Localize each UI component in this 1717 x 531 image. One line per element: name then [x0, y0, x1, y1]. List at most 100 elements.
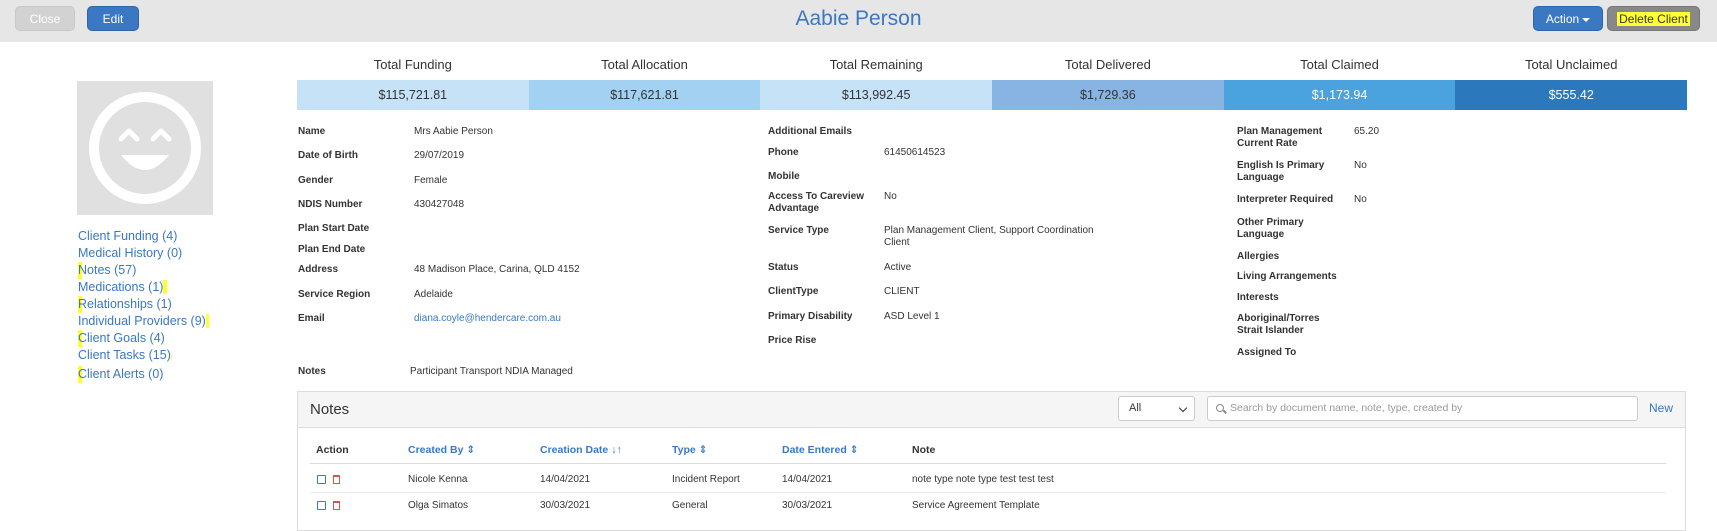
col-header-date-entered[interactable]: Date Entered ⇕: [782, 444, 859, 456]
service-region-label: Service Region: [298, 289, 371, 300]
row2-date-entered: 30/03/2021: [782, 500, 833, 511]
sort-icon: ⇕: [849, 444, 859, 456]
search-icon: [1216, 404, 1224, 412]
living-arrangements-label: Living Arrangements: [1237, 271, 1337, 282]
notes-search-input[interactable]: Search by document name, note, type, cre…: [1207, 396, 1638, 421]
allergies-label: Allergies: [1237, 251, 1280, 262]
notes-panel: Notes All Search by document name, note,…: [297, 391, 1686, 531]
aboriginal-label: Aboriginal/Torres Strait Islander: [1237, 313, 1320, 337]
total-funding-label: Total Funding: [373, 57, 452, 72]
total-delivered-value: $1,729.36: [992, 80, 1224, 110]
dob-value: 29/07/2019: [414, 150, 465, 161]
link-relationships[interactable]: Relationships (1): [78, 296, 209, 313]
notes-panel-header: Notes All Search by document name, note,…: [298, 392, 1685, 428]
gender-value: Female: [414, 175, 448, 186]
link-client-goals[interactable]: Client Goals (4): [78, 330, 209, 347]
sort-desc-icon: ↓↑: [611, 444, 622, 456]
price-rise-label: Price Rise: [768, 335, 817, 346]
total-unclaimed-value: $555.42: [1455, 80, 1688, 110]
row2-creation-date: 30/03/2021: [540, 500, 591, 511]
link-client-funding[interactable]: Client Funding (4): [78, 228, 209, 245]
col-type-label: Type: [672, 444, 696, 456]
phone-label: Phone: [768, 147, 799, 158]
other-lang-line2: Language: [1237, 229, 1285, 240]
mobile-label: Mobile: [768, 171, 800, 182]
notes-label: Notes: [298, 366, 326, 377]
smiley-avatar-icon: [89, 92, 201, 204]
address-label: Address: [298, 264, 339, 275]
col-header-type[interactable]: Type ⇕: [672, 444, 707, 456]
english-label-line2: Language: [1237, 172, 1285, 183]
client-sidebar-links: Client Funding (4) Medical History (0) N…: [78, 228, 210, 383]
caret-down-icon: [1582, 17, 1591, 22]
clienttype-label: ClientType: [768, 286, 819, 297]
link-medical-history[interactable]: Medical History (0): [78, 245, 209, 262]
col-header-action: Action: [316, 444, 349, 456]
col-date-entered-label: Date Entered: [782, 444, 847, 456]
total-remaining-label: Total Remaining: [829, 57, 923, 72]
row2-type: General: [672, 500, 708, 511]
primary-disability-value: ASD Level 1: [884, 311, 940, 322]
header-divider: [310, 463, 1666, 464]
total-funding-value: $115,721.81: [297, 80, 529, 110]
pm-rate-value: 65.20: [1354, 126, 1380, 137]
link-client-tasks[interactable]: Client Tasks (15): [78, 347, 209, 366]
notes-filter-select[interactable]: All: [1118, 396, 1195, 421]
careview-value: No: [884, 191, 897, 202]
action-label: Action: [1545, 12, 1580, 26]
careview-label: Access To Careview Advantage: [768, 191, 864, 215]
trash-icon[interactable]: [333, 501, 340, 510]
ndis-value: 430427048: [414, 199, 465, 210]
edit-icon[interactable]: [317, 475, 326, 484]
dob-label: Date of Birth: [298, 150, 358, 161]
link-individual-providers[interactable]: Individual Providers (9): [78, 313, 210, 330]
email-label: Email: [298, 313, 325, 324]
link-notes[interactable]: Notes (57): [78, 262, 209, 279]
row2-created-by: Olga Simatos: [408, 500, 469, 511]
delete-client-button[interactable]: Delete Client: [1607, 6, 1700, 31]
total-allocation-value: $117,621.81: [528, 80, 761, 110]
row-divider: [310, 492, 1666, 493]
col-header-note: Note: [912, 444, 936, 456]
action-dropdown-button[interactable]: Action: [1533, 6, 1603, 31]
notes-filter-value: All: [1129, 402, 1142, 414]
other-language-label: Other Primary Language: [1237, 217, 1304, 241]
status-value: Active: [884, 262, 912, 273]
english-primary-value: No: [1354, 160, 1367, 171]
row1-creation-date: 14/04/2021: [540, 474, 591, 485]
careview-label-line1: Access To Careview: [768, 191, 864, 202]
highlight-mark: [205, 314, 210, 328]
top-toolbar: Close Edit Aabie Person Action Delete Cl…: [0, 0, 1717, 42]
aboriginal-line2: Strait Islander: [1237, 325, 1304, 336]
pm-rate-label-line2: Current Rate: [1237, 138, 1298, 149]
new-note-link[interactable]: New: [1649, 401, 1673, 415]
notes-panel-title: Notes: [310, 401, 350, 418]
row1-date-entered: 14/04/2021: [782, 474, 833, 485]
link-client-tasks-label: Client Tasks (15): [78, 348, 171, 362]
email-link[interactable]: diana.coyle@hendercare.com.au: [414, 313, 561, 325]
link-medications[interactable]: Medications (1): [78, 279, 209, 296]
total-claimed-value: $1,173.94: [1223, 80, 1456, 110]
status-label: Status: [768, 262, 799, 273]
address-value: 48 Madison Place, Carina, QLD 4152: [414, 264, 580, 275]
service-type-line2: Client: [884, 237, 910, 248]
phone-value: 61450614523: [884, 147, 946, 158]
trash-icon[interactable]: [333, 475, 340, 484]
total-unclaimed-label: Total Unclaimed: [1524, 57, 1618, 72]
gender-label: Gender: [298, 175, 334, 186]
total-allocation-label: Total Allocation: [601, 57, 688, 72]
col-header-creation-date[interactable]: Creation Date ↓↑: [540, 444, 622, 456]
link-client-alerts[interactable]: Client Alerts (0): [78, 366, 209, 383]
chevron-down-icon: [1178, 403, 1188, 413]
name-label: Name: [298, 126, 326, 137]
row1-type: Incident Report: [672, 474, 740, 485]
col-creation-date-label: Creation Date: [540, 444, 609, 456]
col-header-created-by[interactable]: Created By ⇕: [408, 444, 475, 456]
edit-icon[interactable]: [317, 501, 326, 510]
total-delivered-label: Total Delivered: [1064, 57, 1151, 72]
pm-rate-label: Plan Management Current Rate: [1237, 126, 1322, 150]
notes-value: Participant Transport NDIA Managed: [410, 366, 573, 377]
sort-icon: ⇕: [698, 444, 708, 456]
total-remaining-value: $113,992.45: [760, 80, 993, 110]
english-primary-label: English Is Primary Language: [1237, 160, 1324, 184]
